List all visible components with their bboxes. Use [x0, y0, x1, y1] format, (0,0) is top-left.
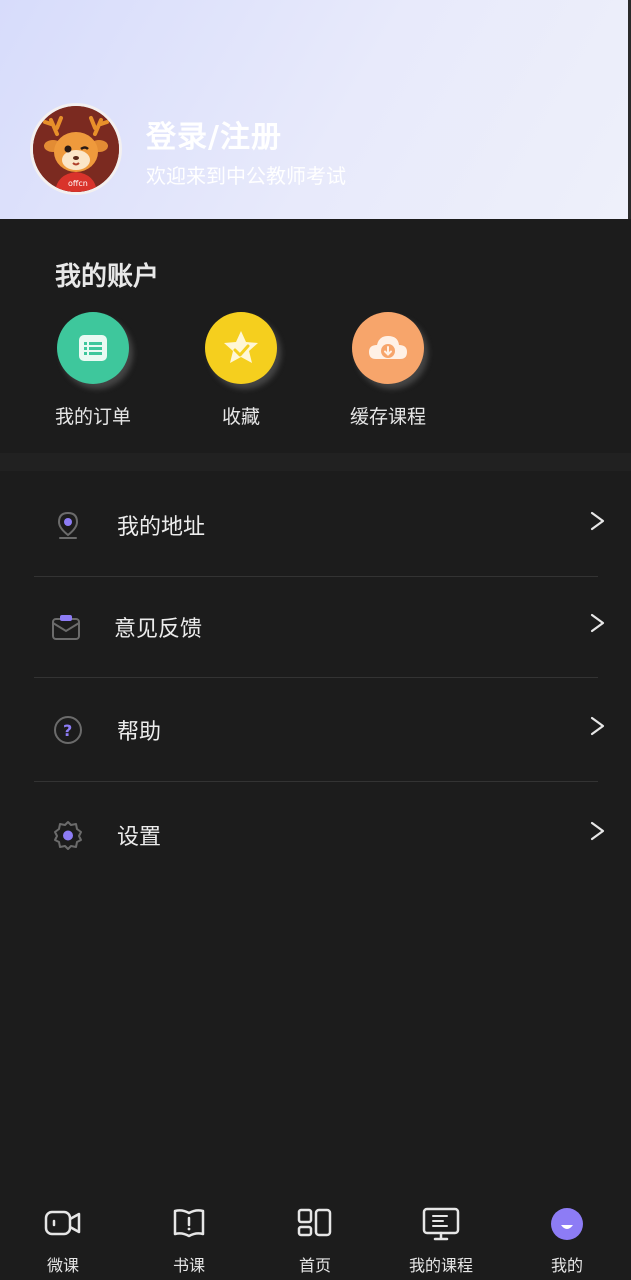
cached-courses-label: 缓存课程: [349, 406, 426, 428]
svg-text:?: ?: [63, 721, 72, 740]
profile-active-icon: [551, 1208, 583, 1240]
tab-label-book-course: 书课: [172, 1256, 205, 1275]
menu-item-help[interactable]: ? 帮助: [0, 680, 631, 780]
menu-label-help: 帮助: [117, 720, 162, 745]
book-icon: [173, 1209, 205, 1238]
avatar-label: offcn: [68, 179, 88, 188]
video-camera-icon: [44, 1210, 81, 1236]
favorites-label: 收藏: [221, 406, 260, 428]
cached-courses-button[interactable]: 缓存课程: [333, 312, 443, 432]
my-orders-button[interactable]: 我的订单: [38, 312, 148, 432]
home-grid-icon: [297, 1208, 332, 1237]
feedback-envelope-icon: [52, 615, 80, 640]
star-icon: [205, 312, 277, 384]
welcome-subtitle: 欢迎来到中公教师考试: [146, 164, 346, 188]
tab-my-courses[interactable]: 我的课程: [378, 1192, 504, 1280]
chevron-right-icon: [590, 613, 605, 633]
chevron-right-icon: [590, 821, 605, 841]
tab-micro-course[interactable]: 微课: [0, 1192, 126, 1280]
menu-item-settings[interactable]: 设置: [0, 785, 631, 885]
menu-item-my-address[interactable]: 我的地址: [0, 475, 631, 575]
divider: [34, 781, 598, 782]
chevron-right-icon: [590, 511, 605, 531]
tab-me[interactable]: 我的: [504, 1192, 630, 1280]
menu-label-feedback: 意见反馈: [114, 617, 203, 642]
tab-label-me: 我的: [550, 1256, 583, 1275]
avatar[interactable]: offcn: [30, 103, 122, 195]
bottom-tab-bar: 微课 书课 首页 我的课程 我的: [0, 1192, 631, 1280]
location-pin-icon: [57, 511, 79, 539]
login-register-link[interactable]: 登录/注册: [146, 112, 282, 156]
divider: [34, 677, 598, 678]
tab-label-my-courses: 我的课程: [408, 1256, 473, 1275]
account-section-title: 我的账户: [55, 262, 160, 292]
cloud-download-icon: [352, 312, 424, 384]
tab-label-micro-course: 微课: [46, 1256, 79, 1275]
section-separator: [0, 453, 631, 471]
settings-gear-icon: [54, 821, 82, 850]
tab-home[interactable]: 首页: [252, 1192, 378, 1280]
menu-label-settings: 设置: [117, 825, 162, 850]
menu-label-my-address: 我的地址: [117, 515, 206, 540]
tab-book-course[interactable]: 书课: [126, 1192, 252, 1280]
order-list-icon: [57, 312, 129, 384]
tab-label-home: 首页: [298, 1256, 331, 1275]
my-orders-label: 我的订单: [54, 406, 131, 428]
chevron-right-icon: [590, 716, 605, 736]
my-course-monitor-icon: [422, 1207, 460, 1241]
menu-item-feedback[interactable]: 意见反馈: [0, 577, 631, 677]
help-question-icon: ?: [54, 716, 82, 744]
favorites-button[interactable]: 收藏: [186, 312, 296, 432]
deer-mascot-icon: offcn: [33, 106, 119, 192]
